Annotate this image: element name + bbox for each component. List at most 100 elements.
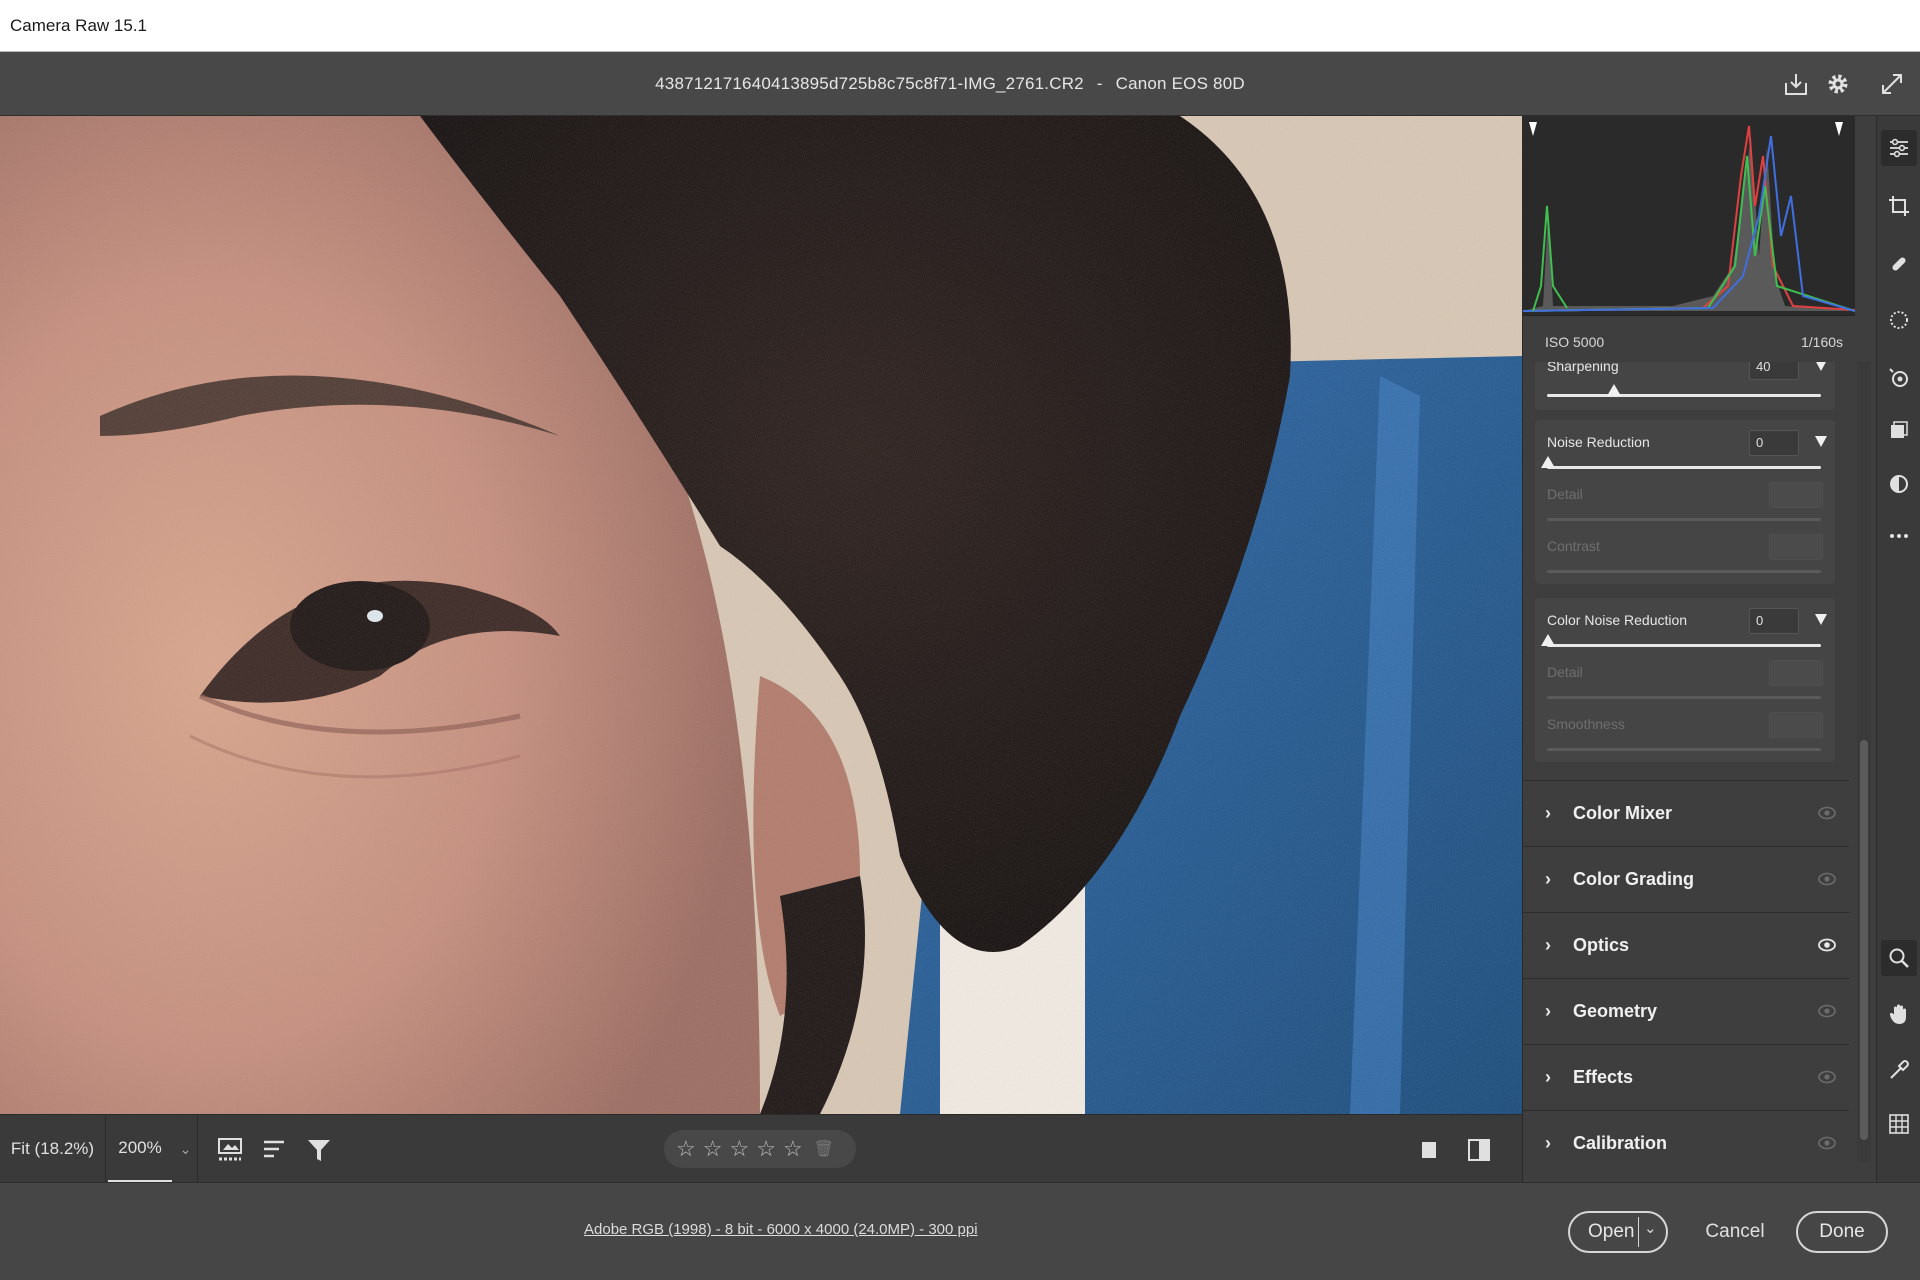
zoom-200-button[interactable]: 200%: [108, 1115, 172, 1183]
section-label: Calibration: [1573, 1133, 1668, 1153]
cnr-smoothness-label: Smoothness: [1547, 716, 1625, 732]
sharpening-group: Sharpening 40: [1535, 362, 1835, 410]
visibility-eye-icon[interactable]: [1817, 1001, 1837, 1021]
window-title: Camera Raw 15.1: [10, 16, 148, 35]
filter-icon[interactable]: [302, 1133, 336, 1167]
tool-strip: [1876, 116, 1920, 1182]
presets-icon[interactable]: [1881, 466, 1917, 502]
noise-reduction-group: Noise Reduction 0 Detail Contrast: [1535, 420, 1835, 584]
open-options-chevron-icon[interactable]: ⌄: [1644, 1219, 1657, 1237]
rating-stars: ☆ ☆ ☆ ☆ ☆ 🗑: [664, 1130, 856, 1168]
highlight-clipping-icon[interactable]: [1835, 122, 1843, 136]
section-label: Color Mixer: [1573, 803, 1673, 823]
color-noise-reduction-slider[interactable]: [1547, 644, 1821, 647]
visibility-eye-icon[interactable]: [1817, 869, 1837, 889]
sharpening-slider[interactable]: [1547, 394, 1821, 397]
section-label: Effects: [1573, 1067, 1634, 1087]
sharpening-collapse-icon[interactable]: [1815, 362, 1827, 371]
edit-sliders-icon[interactable]: [1881, 130, 1917, 166]
sharpening-label: Sharpening: [1547, 362, 1619, 374]
noise-reduction-value[interactable]: 0: [1749, 430, 1799, 456]
section-geometry[interactable]: › Geometry: [1523, 978, 1849, 1044]
cnr-detail-value: [1769, 660, 1823, 686]
rating-star-3[interactable]: ☆: [729, 1138, 749, 1160]
zoom-dropdown-icon[interactable]: ⌄: [174, 1115, 198, 1183]
red-eye-icon[interactable]: [1881, 360, 1917, 396]
color-noise-reduction-label: Color Noise Reduction: [1547, 612, 1688, 628]
color-sampler-icon[interactable]: [1881, 1052, 1917, 1088]
cnr-smoothness-slider: [1547, 748, 1821, 751]
color-noise-reduction-value[interactable]: 0: [1749, 608, 1799, 634]
healing-brush-icon[interactable]: [1881, 246, 1917, 282]
cancel-button[interactable]: Cancel: [1700, 1211, 1770, 1253]
section-label: Optics: [1573, 935, 1630, 955]
section-color-grading[interactable]: › Color Grading: [1523, 846, 1849, 912]
chevron-right-icon: ›: [1545, 803, 1551, 823]
nr-detail-slider: [1547, 518, 1821, 521]
hand-tool-icon[interactable]: [1881, 996, 1917, 1032]
color-noise-reduction-group: Color Noise Reduction 0 Detail Smoothnes…: [1535, 598, 1835, 762]
zoom-tool-icon[interactable]: [1881, 940, 1917, 976]
visibility-eye-icon[interactable]: [1817, 935, 1837, 955]
section-color-mixer[interactable]: › Color Mixer: [1523, 780, 1849, 846]
before-after-icon[interactable]: [1462, 1133, 1496, 1167]
rating-star-4[interactable]: ☆: [756, 1138, 776, 1160]
rating-star-1[interactable]: ☆: [676, 1138, 696, 1160]
section-calibration[interactable]: › Calibration: [1523, 1110, 1849, 1176]
more-options-icon[interactable]: [1881, 518, 1917, 554]
chevron-right-icon: ›: [1545, 1001, 1551, 1021]
color-noise-reduction-collapse-icon[interactable]: [1815, 614, 1827, 625]
shadow-clipping-icon[interactable]: [1529, 122, 1537, 136]
section-label: Geometry: [1573, 1001, 1658, 1021]
window-title-bar: Camera Raw 15.1: [0, 0, 1920, 52]
edit-panel: ISO 5000 1/160s Sharpening 40 Noise Redu…: [1522, 116, 1876, 1182]
noise-reduction-slider[interactable]: [1547, 466, 1821, 469]
rating-star-5[interactable]: ☆: [783, 1138, 803, 1160]
section-optics[interactable]: › Optics: [1523, 912, 1849, 978]
save-icon[interactable]: [1780, 68, 1812, 100]
nr-detail-label: Detail: [1547, 486, 1583, 502]
workflow-options-link[interactable]: Adobe RGB (1998) - 8 bit - 6000 x 4000 (…: [584, 1221, 978, 1238]
noise-reduction-slider-thumb[interactable]: [1541, 456, 1555, 468]
image-preview[interactable]: [0, 116, 1522, 1114]
visibility-eye-icon[interactable]: [1817, 803, 1837, 823]
open-split-divider: [1638, 1217, 1639, 1247]
snapshots-icon[interactable]: [1881, 412, 1917, 448]
single-view-icon[interactable]: [1414, 1133, 1448, 1167]
panel-scrollbar[interactable]: [1857, 362, 1871, 1162]
cnr-detail-slider: [1547, 696, 1821, 699]
color-noise-reduction-slider-thumb[interactable]: [1541, 634, 1555, 646]
visibility-eye-icon[interactable]: [1817, 1133, 1837, 1153]
masking-icon[interactable]: [1881, 302, 1917, 338]
rating-star-2[interactable]: ☆: [703, 1138, 723, 1160]
nr-detail-value: [1769, 482, 1823, 508]
filmstrip-icon[interactable]: [214, 1133, 248, 1167]
crop-icon[interactable]: [1881, 188, 1917, 224]
sharpening-value[interactable]: 40: [1749, 362, 1799, 380]
settings-gear-icon[interactable]: [1822, 68, 1854, 100]
photo: [0, 116, 1522, 1114]
grid-overlay-icon[interactable]: [1881, 1106, 1917, 1142]
open-button-label: Open: [1588, 1221, 1635, 1242]
chevron-right-icon: ›: [1545, 935, 1551, 955]
status-bar: Adobe RGB (1998) - 8 bit - 6000 x 4000 (…: [0, 1182, 1920, 1280]
file-name: 438712171640413895d725b8c75c8f71-IMG_276…: [655, 74, 1084, 93]
section-effects[interactable]: › Effects: [1523, 1044, 1849, 1110]
panel-scrollbar-thumb[interactable]: [1860, 740, 1868, 1140]
fullscreen-icon[interactable]: [1876, 68, 1908, 100]
sort-icon[interactable]: [258, 1133, 292, 1167]
nr-contrast-label: Contrast: [1547, 538, 1600, 554]
section-label: Color Grading: [1573, 869, 1694, 889]
iso-readout: ISO 5000: [1545, 334, 1605, 350]
zoom-fit-button[interactable]: Fit (18.2%): [0, 1115, 106, 1183]
camera-model: Canon EOS 80D: [1115, 74, 1245, 93]
title-separator: -: [1096, 74, 1103, 93]
histogram: [1523, 116, 1855, 316]
done-button[interactable]: Done: [1796, 1211, 1888, 1253]
visibility-eye-icon[interactable]: [1817, 1067, 1837, 1087]
open-button[interactable]: Open ⌄: [1568, 1211, 1668, 1253]
sharpening-slider-thumb[interactable]: [1607, 384, 1621, 396]
trash-icon[interactable]: 🗑: [814, 1139, 834, 1159]
noise-reduction-collapse-icon[interactable]: [1815, 436, 1827, 447]
cnr-smoothness-value: [1769, 712, 1823, 738]
